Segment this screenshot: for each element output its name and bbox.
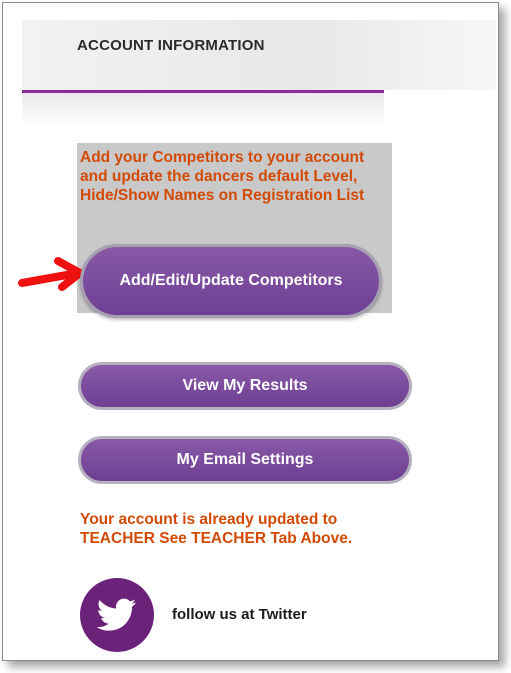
view-results-button[interactable]: View My Results [78, 362, 412, 410]
competitor-description: Add your Competitors to your account and… [80, 149, 365, 204]
red-arrow-annotation [18, 257, 84, 291]
add-edit-competitors-button[interactable]: Add/Edit/Update Competitors [80, 244, 382, 318]
twitter-link[interactable] [80, 578, 154, 652]
account-title: ACCOUNT INFORMATION [77, 37, 265, 54]
account-header [22, 20, 496, 90]
twitter-bird-icon [97, 598, 137, 631]
divider-shadow [22, 93, 384, 127]
twitter-follow-label[interactable]: follow us at Twitter [172, 606, 307, 623]
teacher-upgrade-notice: Your account is already updated to TEACH… [80, 511, 353, 547]
email-settings-button[interactable]: My Email Settings [78, 436, 412, 484]
